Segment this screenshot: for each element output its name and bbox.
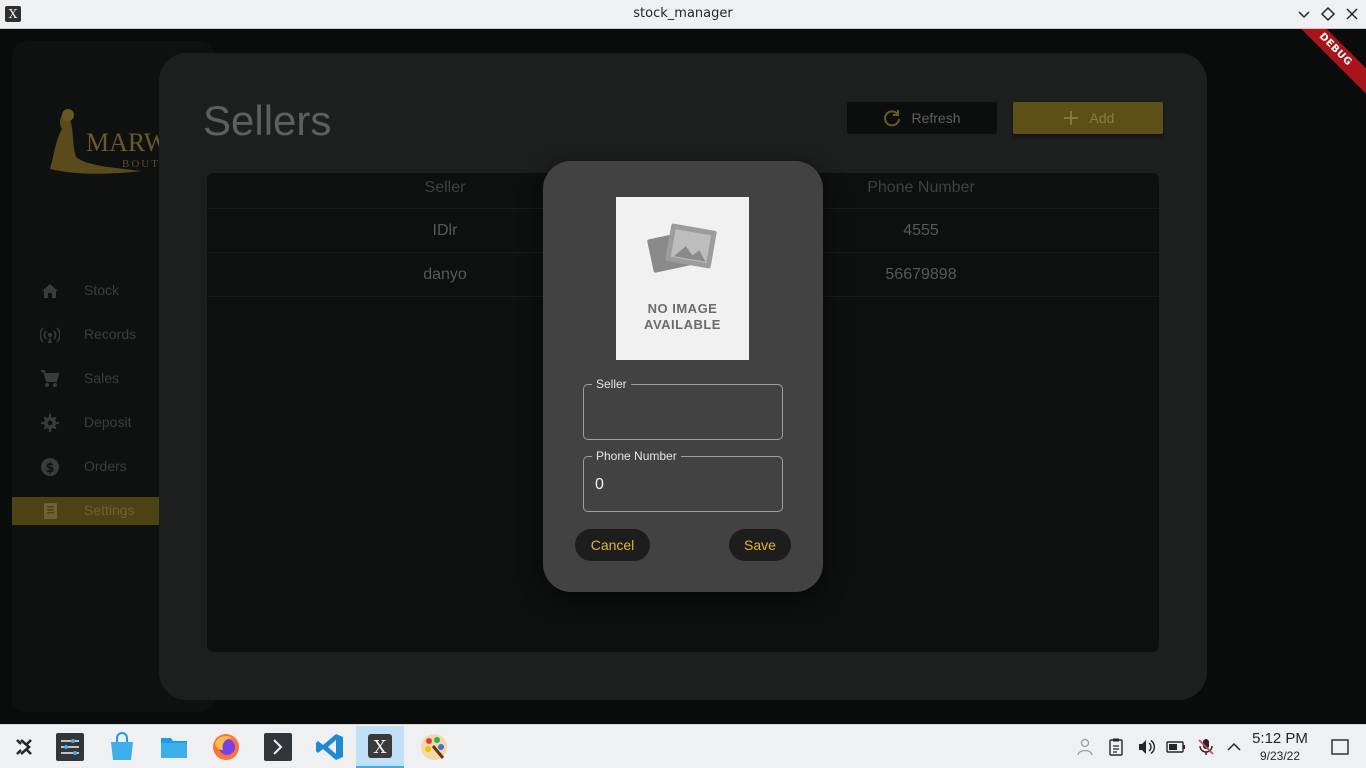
phone-number-field-label: Phone Number bbox=[592, 449, 681, 463]
refresh-icon bbox=[883, 109, 901, 127]
taskbar-paint[interactable] bbox=[410, 726, 458, 768]
battery-icon[interactable] bbox=[1166, 737, 1186, 757]
taskbar: X 5:12 PM 9/23/22 bbox=[0, 724, 1366, 768]
vscode-icon bbox=[316, 734, 343, 760]
refresh-button[interactable]: Refresh bbox=[847, 102, 997, 134]
home-icon bbox=[40, 281, 60, 301]
firefox-icon bbox=[213, 734, 239, 760]
debug-banner: DEBUG bbox=[1282, 29, 1366, 103]
taskbar-terminal[interactable] bbox=[254, 726, 302, 768]
add-button-label: Add bbox=[1089, 110, 1115, 126]
dollar-icon: $ bbox=[40, 457, 60, 477]
seller-field: Seller bbox=[583, 377, 783, 440]
taskbar-firefox[interactable] bbox=[202, 726, 250, 768]
gear-icon bbox=[40, 413, 60, 433]
terminal-icon bbox=[264, 733, 292, 761]
cancel-button[interactable]: Cancel bbox=[575, 529, 650, 561]
taskbar-discover[interactable] bbox=[98, 726, 146, 768]
chevron-up-icon[interactable] bbox=[1224, 737, 1244, 757]
volume-icon[interactable] bbox=[1136, 737, 1156, 757]
diamond-icon bbox=[1320, 6, 1336, 22]
microphone-muted-icon[interactable] bbox=[1196, 737, 1216, 757]
refresh-button-label: Refresh bbox=[911, 110, 961, 126]
svg-text:X: X bbox=[374, 737, 387, 758]
window-titlebar: X stock_manager bbox=[0, 0, 1366, 29]
palette-icon bbox=[421, 734, 447, 760]
user-status-icon[interactable] bbox=[1076, 737, 1096, 757]
sidebar-item-label: Orders bbox=[84, 458, 127, 474]
broadcast-icon bbox=[39, 325, 61, 345]
taskbar-vscode[interactable] bbox=[306, 726, 354, 768]
add-seller-dialog: NO IMAGE AVAILABLE Seller Phone Number C… bbox=[543, 161, 823, 592]
phone-number-input[interactable] bbox=[595, 473, 771, 497]
taskbar-system-settings[interactable] bbox=[46, 726, 94, 768]
book-icon bbox=[40, 501, 60, 521]
window-title: stock_manager bbox=[633, 6, 733, 21]
settings-sliders-icon bbox=[56, 733, 84, 761]
maximize-button[interactable] bbox=[1318, 4, 1338, 24]
plus-icon bbox=[1062, 109, 1080, 127]
seller-field-label: Seller bbox=[592, 377, 631, 391]
sidebar-item-label: Sales bbox=[84, 370, 120, 386]
save-button[interactable]: Save bbox=[729, 529, 791, 561]
sidebar-item-label: Settings bbox=[84, 502, 135, 518]
close-button[interactable] bbox=[1342, 4, 1362, 24]
launcher-icon bbox=[16, 739, 32, 755]
x-app-icon: X bbox=[368, 734, 392, 758]
seller-image-placeholder[interactable]: NO IMAGE AVAILABLE bbox=[616, 197, 749, 360]
application-launcher-button[interactable] bbox=[0, 726, 48, 768]
no-image-text: NO IMAGE AVAILABLE bbox=[644, 301, 721, 332]
logo-text: MARW bbox=[86, 128, 169, 157]
image-placeholder-icon bbox=[647, 223, 717, 273]
phone-number-field: Phone Number bbox=[583, 449, 783, 512]
add-button[interactable]: Add bbox=[1013, 102, 1163, 134]
taskbar-stock-manager[interactable]: X bbox=[356, 726, 404, 768]
clipboard-icon[interactable] bbox=[1106, 737, 1126, 757]
chevron-down-icon bbox=[1298, 11, 1310, 19]
sidebar-item-label: Deposit bbox=[84, 414, 132, 430]
cart-icon bbox=[40, 369, 60, 389]
folder-icon bbox=[161, 738, 187, 758]
close-icon bbox=[1346, 8, 1358, 20]
page-title: Sellers bbox=[203, 97, 332, 144]
sidebar-item-label: Records bbox=[84, 326, 137, 342]
sidebar-item-label: Stock bbox=[84, 282, 120, 298]
seller-input[interactable] bbox=[595, 401, 771, 425]
taskbar-file-manager[interactable] bbox=[150, 726, 198, 768]
clock-time[interactable]: 5:12 PM bbox=[1244, 730, 1316, 747]
svg-text:$: $ bbox=[45, 461, 54, 476]
minimize-button[interactable] bbox=[1294, 4, 1314, 24]
clock-date[interactable]: 9/23/22 bbox=[1244, 749, 1316, 763]
shopping-bag-icon bbox=[111, 732, 133, 760]
show-desktop-icon[interactable] bbox=[1330, 737, 1350, 757]
